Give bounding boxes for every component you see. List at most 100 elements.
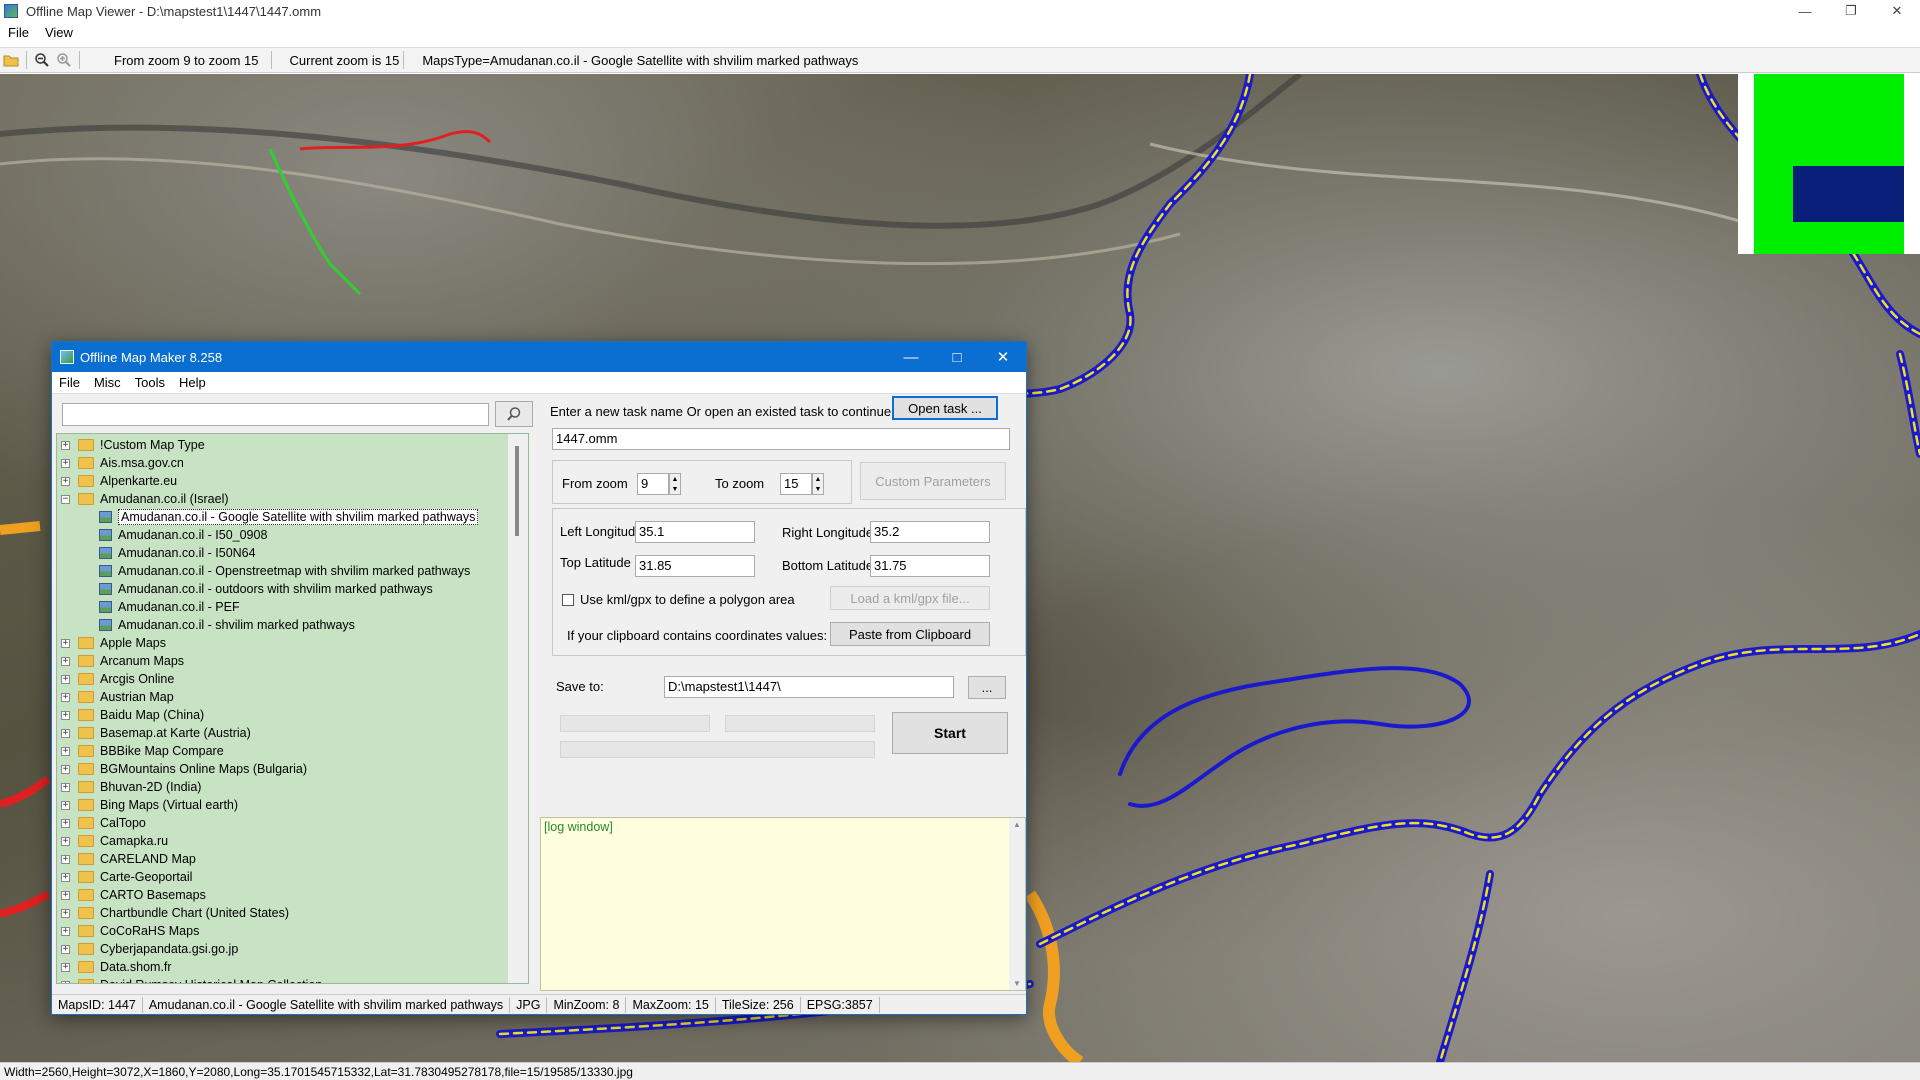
tree-item[interactable]: + Bing Maps (Virtual earth) bbox=[57, 796, 238, 814]
from-zoom-stepper[interactable]: ▲ ▼ bbox=[669, 473, 681, 495]
tree-item[interactable]: + Carte-Geoportail bbox=[57, 868, 192, 886]
tree-item[interactable]: + Apple Maps bbox=[57, 634, 166, 652]
minimap[interactable] bbox=[1738, 74, 1920, 254]
tree-item[interactable]: + Cyberjapandata.gsi.go.jp bbox=[57, 940, 238, 958]
to-zoom-stepper[interactable]: ▲ ▼ bbox=[812, 473, 824, 495]
tree-item[interactable]: + Bhuvan-2D (India) bbox=[57, 778, 201, 796]
expand-icon[interactable]: + bbox=[61, 764, 70, 774]
start-button[interactable]: Start bbox=[892, 712, 1008, 754]
dialog-menu-misc[interactable]: Misc bbox=[87, 375, 128, 390]
left-longitude-field[interactable]: 35.1 bbox=[635, 521, 755, 543]
top-latitude-field[interactable]: 31.85 bbox=[635, 555, 755, 577]
expand-icon[interactable]: + bbox=[61, 890, 70, 900]
paste-clipboard-button[interactable]: Paste from Clipboard bbox=[830, 622, 990, 646]
expand-icon[interactable]: + bbox=[61, 476, 70, 486]
zoom-in-icon[interactable] bbox=[53, 49, 75, 71]
expand-icon[interactable]: + bbox=[61, 674, 70, 684]
dialog-menu-tools[interactable]: Tools bbox=[128, 375, 172, 390]
map-type-tree[interactable]: + !Custom Map Type + Ais.msa.gov.cn + Alpenka… bbox=[56, 433, 529, 984]
expand-icon[interactable]: + bbox=[61, 458, 70, 468]
tree-item[interactable]: + CARELAND Map bbox=[57, 850, 196, 868]
tree-item[interactable]: + Ais.msa.gov.cn bbox=[57, 454, 184, 472]
save-path-field[interactable]: D:\mapstest1\1447\ bbox=[664, 676, 954, 698]
expand-icon[interactable]: + bbox=[61, 782, 70, 792]
tree-item[interactable]: + Arcgis Online bbox=[57, 670, 174, 688]
browse-button[interactable]: ... bbox=[968, 676, 1006, 699]
tree-item[interactable]: + !Custom Map Type bbox=[57, 436, 205, 454]
minimize-icon[interactable]: — bbox=[1782, 0, 1828, 22]
expand-icon[interactable]: + bbox=[61, 962, 70, 972]
tree-item[interactable]: − Amudanan.co.il (Israel) bbox=[57, 490, 229, 508]
dialog-menu-help[interactable]: Help bbox=[172, 375, 213, 390]
tree-child-item[interactable]: Amudanan.co.il - I50N64 bbox=[57, 544, 256, 562]
expand-icon[interactable]: + bbox=[61, 656, 70, 666]
maximize-icon[interactable]: □ bbox=[934, 342, 980, 372]
expand-icon[interactable]: + bbox=[61, 692, 70, 702]
tree-item[interactable]: + Basemap.at Karte (Austria) bbox=[57, 724, 251, 742]
expand-icon[interactable]: + bbox=[61, 800, 70, 810]
tree-child-item[interactable]: Amudanan.co.il - PEF bbox=[57, 598, 240, 616]
expand-icon[interactable]: + bbox=[61, 440, 70, 450]
tree-item[interactable]: + David Rumsey Historical Map Collection bbox=[57, 976, 322, 983]
restore-icon[interactable]: ❐ bbox=[1828, 0, 1874, 22]
search-button[interactable] bbox=[495, 401, 533, 427]
minimize-icon[interactable]: — bbox=[888, 342, 934, 372]
tree-child-item[interactable]: Amudanan.co.il - Openstreetmap with shvi… bbox=[57, 562, 470, 580]
tree-item[interactable]: + Chartbundle Chart (United States) bbox=[57, 904, 289, 922]
tree-item[interactable]: + Alpenkarte.eu bbox=[57, 472, 177, 490]
open-task-button[interactable]: Open task ... bbox=[892, 396, 998, 420]
scrollbar-thumb[interactable] bbox=[515, 446, 519, 536]
expand-icon[interactable]: + bbox=[61, 944, 70, 954]
tree-item[interactable]: + BGMountains Online Maps (Bulgaria) bbox=[57, 760, 307, 778]
tree-item[interactable]: + BBBike Map Compare bbox=[57, 742, 224, 760]
custom-parameters-button[interactable]: Custom Parameters bbox=[860, 462, 1006, 500]
tree-item[interactable]: + Austrian Map bbox=[57, 688, 174, 706]
tree-child-item[interactable]: Amudanan.co.il - outdoors with shvilim m… bbox=[57, 580, 433, 598]
tree-item[interactable]: + Camapka.ru bbox=[57, 832, 168, 850]
expand-icon[interactable]: + bbox=[61, 926, 70, 936]
tree-item[interactable]: + Data.shom.fr bbox=[57, 958, 172, 976]
tree-item[interactable]: + CARTO Basemaps bbox=[57, 886, 206, 904]
dialog-menu-file[interactable]: File bbox=[52, 375, 87, 390]
tree-item[interactable]: + Baidu Map (China) bbox=[57, 706, 204, 724]
collapse-icon[interactable]: − bbox=[61, 494, 70, 504]
bottom-latitude-field[interactable]: 31.75 bbox=[870, 555, 990, 577]
load-kml-button[interactable]: Load a kml/gpx file... bbox=[830, 586, 990, 610]
menu-view[interactable]: View bbox=[37, 25, 81, 40]
close-icon[interactable]: ✕ bbox=[980, 342, 1026, 372]
tree-item[interactable]: + Arcanum Maps bbox=[57, 652, 184, 670]
expand-icon[interactable]: + bbox=[61, 836, 70, 846]
expand-icon[interactable]: + bbox=[61, 872, 70, 882]
tree-child-item[interactable]: Amudanan.co.il - I50_0908 bbox=[57, 526, 267, 544]
to-zoom-field[interactable]: 15 bbox=[780, 473, 812, 495]
expand-icon[interactable]: + bbox=[61, 746, 70, 756]
task-name-field[interactable]: 1447.omm bbox=[552, 428, 1010, 450]
expand-icon[interactable]: + bbox=[61, 638, 70, 648]
zoom-out-icon[interactable] bbox=[31, 49, 53, 71]
tree-item[interactable]: + CoCoRaHS Maps bbox=[57, 922, 199, 940]
search-input[interactable] bbox=[62, 403, 489, 426]
expand-icon[interactable]: + bbox=[61, 818, 70, 828]
tree-item[interactable]: + CalTopo bbox=[57, 814, 146, 832]
log-scrollbar[interactable]: ▲ ▼ bbox=[1009, 818, 1025, 990]
scroll-up-icon[interactable]: ▲ bbox=[1009, 820, 1025, 829]
open-folder-icon[interactable] bbox=[0, 49, 22, 71]
folder-icon bbox=[78, 709, 94, 721]
close-icon[interactable]: ✕ bbox=[1874, 0, 1920, 22]
folder-icon bbox=[78, 907, 94, 919]
from-zoom-field[interactable]: 9 bbox=[637, 473, 669, 495]
expand-icon[interactable]: + bbox=[61, 710, 70, 720]
scroll-down-icon[interactable]: ▼ bbox=[1009, 979, 1025, 988]
tree-scrollbar[interactable] bbox=[508, 434, 528, 983]
log-window[interactable]: [log window] ▲ ▼ bbox=[540, 817, 1026, 991]
minimap-viewport[interactable] bbox=[1793, 166, 1904, 222]
tree-child-item[interactable]: Amudanan.co.il - Google Satellite with s… bbox=[57, 508, 479, 526]
kml-polygon-checkbox[interactable] bbox=[562, 594, 574, 606]
expand-icon[interactable]: + bbox=[61, 728, 70, 738]
right-longitude-field[interactable]: 35.2 bbox=[870, 521, 990, 543]
expand-icon[interactable]: + bbox=[61, 908, 70, 918]
expand-icon[interactable]: + bbox=[61, 854, 70, 864]
tree-child-item[interactable]: Amudanan.co.il - shvilim marked pathways bbox=[57, 616, 355, 634]
expand-icon[interactable]: + bbox=[61, 980, 70, 983]
menu-file[interactable]: File bbox=[0, 25, 37, 40]
